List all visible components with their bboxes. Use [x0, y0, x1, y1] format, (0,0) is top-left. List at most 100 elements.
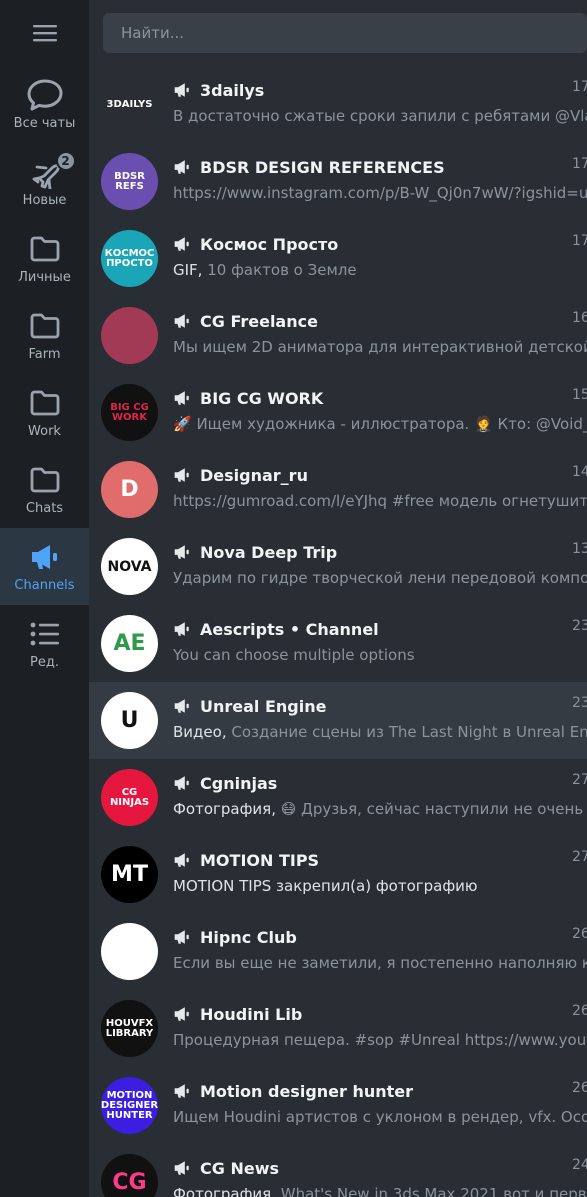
chat-preview: Если вы еще не заметили, я постепенно на…	[173, 954, 587, 976]
preview-type: Видео,	[173, 723, 232, 741]
chat-date: 13	[572, 541, 587, 557]
sidebar-item-все-чаты[interactable]: Все чаты	[0, 66, 89, 143]
chat-date: 23	[572, 695, 587, 711]
chat-name: Aescripts • Channel	[200, 619, 379, 639]
chat-list-item[interactable]: BDSR REFS BDSR DESIGN REFERENCES 17 https:/…	[89, 143, 587, 220]
channel-megaphone-icon	[173, 236, 191, 252]
chat-preview: MOTION TIPS закрепил(а) фотографию	[173, 877, 587, 899]
preview-text: Мы ищем 2D аниматора для интерактивной д…	[173, 338, 587, 356]
chat-name: Motion designer hunter	[200, 1081, 414, 1101]
chat-name: CG Freelance	[200, 311, 318, 331]
preview-type: MOTION TIPS закрепил(а) фотографию	[173, 877, 478, 895]
chat-list-item[interactable]: NOVA Nova Deep Trip 13 Ударим по гидре твор…	[89, 528, 587, 605]
chat-list-item[interactable]: D Designar_ru 14 https://gumroad.com/l/eYJh…	[89, 451, 587, 528]
sidebar-item-channels[interactable]: Channels	[0, 528, 89, 605]
preview-text: You can choose multiple options	[173, 646, 415, 664]
chat-preview: Ищем Houdini артистов с уклоном в рендер…	[173, 1108, 587, 1130]
menu-button[interactable]	[0, 0, 89, 66]
sidebar-item-ред-[interactable]: Ред.	[0, 605, 89, 682]
channel-megaphone-icon	[173, 544, 191, 560]
channel-avatar: BIG CG WORK	[101, 384, 158, 441]
chat-date: 17	[572, 156, 587, 172]
channel-avatar: MOTION DESIGNER HUNTER	[101, 1077, 158, 1134]
avatar-text: КОСМОС ПРОСТО	[104, 247, 155, 269]
sidebar-item-личные[interactable]: Личные	[0, 220, 89, 297]
chat-list-item[interactable]: КОСМОС ПРОСТО Космос Просто 17 GIF, 10 факт…	[89, 220, 587, 297]
unread-badge: 2	[55, 151, 76, 171]
chat-list: 3DAILYS 3dailys 17 В достаточно сжатые срок…	[89, 66, 587, 1197]
channel-megaphone-icon	[173, 159, 191, 175]
preview-text: https://gumroad.com/l/eYJhq #free модель…	[173, 492, 587, 510]
channel-megaphone-icon	[173, 467, 191, 483]
channel-avatar: AE	[101, 615, 158, 672]
chat-name: Houdini Lib	[200, 1004, 303, 1024]
chat-name: CG News	[200, 1158, 279, 1178]
channel-avatar: КОСМОС ПРОСТО	[101, 230, 158, 287]
chat-name: BIG CG WORK	[200, 388, 324, 408]
chat-preview: GIF, 10 фактов о Земле	[173, 261, 587, 283]
channel-avatar: CG NINJAS	[101, 769, 158, 826]
chat-list-item[interactable]: Hipnc Club 26.03 Если вы еще не заметили, …	[89, 913, 587, 990]
chat-name: 3dailys	[200, 80, 265, 100]
avatar-text: CG NINJAS	[109, 786, 150, 808]
chat-list-item[interactable]: CG NINJAS Cgninjas 27.03 Фотография, 😷 Друз…	[89, 759, 587, 836]
channel-megaphone-icon	[173, 698, 191, 714]
channel-avatar: NOVA	[101, 538, 158, 595]
chat-name: Cgninjas	[200, 773, 278, 793]
preview-text: 🚀 Ищем художника - иллюстратора. 🤵 Кто: …	[173, 415, 587, 433]
chat-list-item[interactable]: CG CG News 24.03 Фотография, What's New in …	[89, 1144, 587, 1197]
chat-name: MOTION TIPS	[200, 850, 320, 870]
chat-date: 16	[572, 310, 587, 326]
channel-megaphone-icon	[173, 82, 191, 98]
avatar-text: AE	[113, 630, 146, 656]
chat-list-item[interactable]: BIG CG WORK BIG CG WORK 15 🚀 Ищем художника…	[89, 374, 587, 451]
avatar-text: HOUVFX LIBRARY	[105, 1017, 154, 1039]
sidebar-item-work[interactable]: Work	[0, 374, 89, 451]
chat-list-item[interactable]: 3DAILYS 3dailys 17 В достаточно сжатые срок…	[89, 66, 587, 143]
channel-avatar: D	[101, 461, 158, 518]
search-input[interactable]	[103, 13, 587, 53]
chat-list-item[interactable]: CG Freelance 16 Мы ищем 2D аниматора для и…	[89, 297, 587, 374]
folder-icon	[29, 386, 61, 420]
chat-list-item[interactable]: MOTION DESIGNER HUNTER Motion designer hu…	[89, 1067, 587, 1144]
chat-name: Hipnc Club	[200, 927, 297, 947]
chat-name: Nova Deep Trip	[200, 542, 338, 562]
sidebar-item-label: Личные	[18, 270, 71, 285]
channel-megaphone-icon	[173, 313, 191, 329]
sidebar-item-label: Ред.	[30, 655, 59, 670]
avatar-text: NOVA	[107, 558, 152, 575]
chat-date: 14	[572, 464, 587, 480]
preview-type: Фотография,	[173, 800, 281, 818]
chat-preview: https://gumroad.com/l/eYJhq #free модель…	[173, 492, 587, 514]
preview-text: https://www.instagram.com/p/B-W_Qj0n7wW/…	[173, 184, 587, 202]
chat-date: 23	[572, 618, 587, 634]
channel-avatar: CG	[101, 1154, 158, 1197]
hamburger-icon	[32, 25, 57, 42]
avatar-text: U	[120, 707, 139, 733]
preview-text: Если вы еще не заметили, я постепенно на…	[173, 954, 587, 972]
chat-bubble-icon	[26, 78, 64, 112]
chat-preview: 🚀 Ищем художника - иллюстратора. 🤵 Кто: …	[173, 415, 587, 437]
preview-text: Ищем Houdini артистов с уклоном в рендер…	[173, 1108, 587, 1126]
chat-preview: Фотография, 😷 Друзья, сейчас наступили н…	[173, 800, 587, 822]
sidebar-item-новые[interactable]: 2 Новые	[0, 143, 89, 220]
chat-date: 26.03	[572, 926, 587, 942]
chat-preview: Мы ищем 2D аниматора для интерактивной д…	[173, 338, 587, 360]
channel-megaphone-icon	[173, 621, 191, 637]
sidebar-item-chats[interactable]: Chats	[0, 451, 89, 528]
chat-list-item[interactable]: AE Aescripts • Channel 23 You can choose mu…	[89, 605, 587, 682]
chat-list-item[interactable]: U Unreal Engine 23 Видео, Создание сцены из…	[89, 682, 587, 759]
channel-megaphone-icon	[173, 390, 191, 406]
channel-avatar	[101, 307, 158, 364]
megaphone-icon	[29, 540, 61, 574]
avatar-text: MOTION DESIGNER HUNTER	[101, 1089, 158, 1121]
chat-list-item[interactable]: MT MOTION TIPS 27.03 MOTION TIPS закрепил(а…	[89, 836, 587, 913]
sidebar-item-farm[interactable]: Farm	[0, 297, 89, 374]
folder-icon	[29, 463, 61, 497]
channel-megaphone-icon	[173, 929, 191, 945]
avatar-text: MT	[111, 861, 148, 887]
chat-list-item[interactable]: HOUVFX LIBRARY Houdini Lib 26.03 Процедурна…	[89, 990, 587, 1067]
chat-preview: В достаточно сжатые сроки запили с ребят…	[173, 107, 587, 129]
channel-megaphone-icon	[173, 1006, 191, 1022]
chat-date: 17	[572, 233, 587, 249]
